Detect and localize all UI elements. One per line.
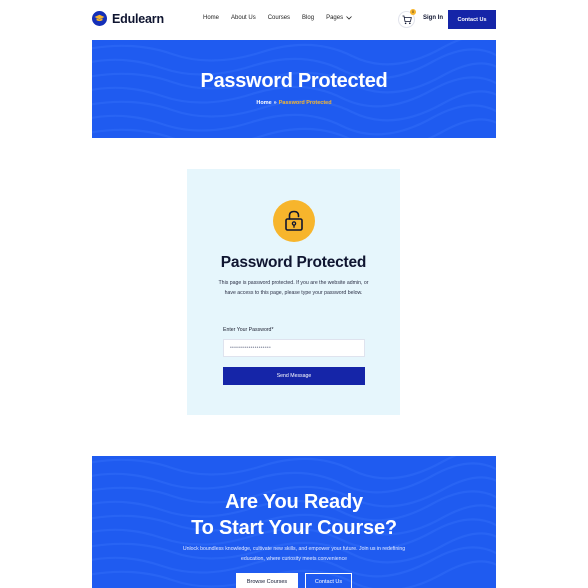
breadcrumb: Home» Password Protected xyxy=(92,100,496,106)
cta-description: Unlock boundless knowledge, cultivate ne… xyxy=(182,546,406,562)
browse-courses-button[interactable]: Browse Courses xyxy=(236,573,298,588)
password-card: Password Protected This page is password… xyxy=(187,169,400,415)
cta-title: Are You Ready To Start Your Course? xyxy=(92,489,496,541)
nav-label: Pages xyxy=(326,15,344,21)
nav-label: Home xyxy=(203,15,220,21)
site-header: Edulearn Home About Us Courses Blog Page… xyxy=(92,0,496,40)
breadcrumb-separator: » xyxy=(273,100,277,106)
cart-button[interactable]: 0 xyxy=(398,9,416,28)
cta-title-line-2: To Start Your Course? xyxy=(191,517,397,539)
card-description: This page is password protected. If you … xyxy=(218,280,369,296)
cart-count-badge: 0 xyxy=(410,9,416,15)
cart-icon xyxy=(402,15,412,25)
cta-title-line-1: Are You Ready xyxy=(225,491,363,513)
password-label: Enter Your Password* xyxy=(223,327,274,333)
nav-item-about[interactable]: About Us xyxy=(231,15,256,21)
send-message-button[interactable]: Send Message xyxy=(223,367,365,385)
cta-contact-us-button[interactable]: Contact Us xyxy=(305,573,352,588)
breadcrumb-current: Password Protected xyxy=(278,100,332,106)
page-title: Password Protected xyxy=(200,70,388,92)
nav-item-pages[interactable]: Pages xyxy=(326,15,352,21)
breadcrumb-home-link[interactable]: Home xyxy=(256,100,271,106)
lock-open-icon xyxy=(285,210,303,231)
main-nav: Home About Us Courses Blog Pages xyxy=(203,15,364,21)
graduation-cap-icon xyxy=(92,11,107,26)
password-input[interactable]: •••••••••••••••••••• xyxy=(223,339,365,357)
sign-in-link[interactable]: Sign In xyxy=(423,15,443,21)
nav-label: Courses xyxy=(267,15,291,21)
nav-label: Blog xyxy=(302,15,315,21)
lock-badge xyxy=(273,200,315,242)
brand-name: Edulearn xyxy=(112,11,164,26)
nav-item-blog[interactable]: Blog xyxy=(302,15,314,21)
logo[interactable]: Edulearn xyxy=(92,11,164,26)
page-hero: Password Protected Home» Password Protect… xyxy=(92,40,496,138)
chevron-down-icon xyxy=(346,16,352,20)
card-title: Password Protected xyxy=(220,254,367,271)
nav-label: About Us xyxy=(231,15,256,21)
nav-item-home[interactable]: Home xyxy=(203,15,219,21)
nav-item-courses[interactable]: Courses xyxy=(268,15,290,21)
contact-us-button[interactable]: Contact Us xyxy=(448,10,496,29)
cta-section: Are You Ready To Start Your Course? Unlo… xyxy=(92,456,496,588)
